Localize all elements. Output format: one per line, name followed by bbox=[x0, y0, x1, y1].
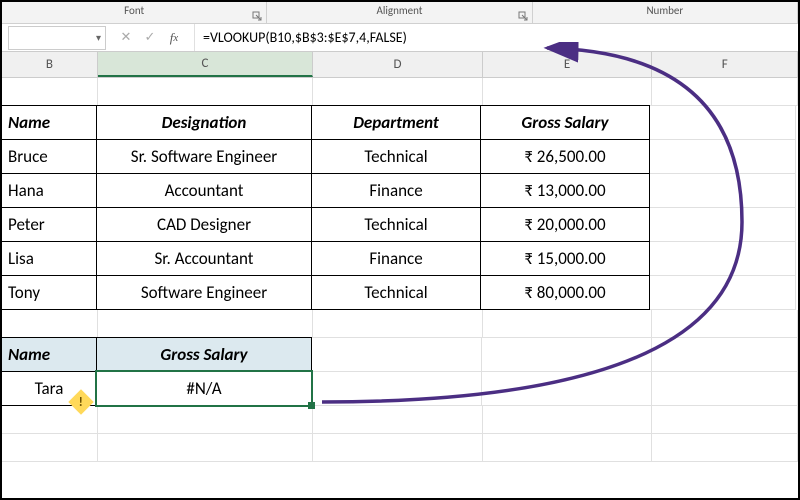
table-row[interactable]: Accountant bbox=[96, 173, 312, 208]
cell[interactable] bbox=[313, 406, 483, 434]
cell[interactable] bbox=[650, 174, 796, 208]
cell[interactable] bbox=[313, 78, 483, 106]
cell[interactable] bbox=[482, 338, 652, 372]
table-row[interactable]: Sr. Software Engineer bbox=[96, 139, 312, 174]
cell[interactable] bbox=[652, 78, 798, 106]
cell[interactable] bbox=[2, 78, 98, 106]
column-header-F[interactable]: F bbox=[652, 52, 798, 77]
column-headers: B C D E F bbox=[2, 52, 798, 78]
table-row[interactable]: Technical bbox=[311, 139, 481, 174]
cell[interactable] bbox=[483, 434, 653, 462]
cell[interactable] bbox=[483, 406, 653, 434]
table-header-designation[interactable]: Designation bbox=[96, 105, 312, 140]
table-row[interactable]: Technical bbox=[311, 275, 481, 310]
cell[interactable] bbox=[2, 434, 98, 462]
fx-icon[interactable]: fx bbox=[164, 28, 184, 48]
ribbon-group-number: Number bbox=[533, 2, 798, 23]
cell[interactable] bbox=[2, 310, 98, 338]
cell[interactable] bbox=[650, 140, 796, 174]
cell[interactable] bbox=[652, 406, 798, 434]
cell[interactable] bbox=[312, 372, 482, 406]
table-row[interactable]: Finance bbox=[311, 173, 481, 208]
formula-input[interactable]: =VLOOKUP(B10,$B$3:$E$7,4,FALSE) bbox=[195, 29, 798, 46]
table-row[interactable]: CAD Designer bbox=[96, 207, 312, 242]
table-row[interactable]: Software Engineer bbox=[96, 275, 312, 310]
cell[interactable] bbox=[652, 372, 798, 406]
chevron-down-icon[interactable]: ▾ bbox=[96, 31, 101, 44]
lookup-result-cell[interactable]: #N/A bbox=[96, 371, 312, 406]
lookup-header-salary[interactable]: Gross Salary bbox=[96, 337, 312, 372]
enter-icon[interactable]: ✓ bbox=[140, 28, 160, 48]
cell[interactable] bbox=[312, 338, 482, 372]
name-box[interactable]: ▾ bbox=[8, 26, 106, 50]
table-row[interactable]: ₹ 80,000.00 bbox=[480, 275, 650, 310]
ribbon-group-font: Font bbox=[2, 2, 267, 23]
table-row[interactable]: Peter bbox=[1, 207, 97, 242]
cell[interactable] bbox=[652, 338, 798, 372]
cell[interactable] bbox=[313, 434, 483, 462]
table-row[interactable]: ₹ 15,000.00 bbox=[480, 241, 650, 276]
ribbon-group-alignment: Alignment bbox=[267, 2, 532, 23]
table-row[interactable]: Technical bbox=[311, 207, 481, 242]
cell[interactable] bbox=[652, 434, 798, 462]
column-header-C[interactable]: C bbox=[98, 52, 313, 77]
cell[interactable] bbox=[98, 310, 313, 338]
cancel-icon[interactable]: ✕ bbox=[116, 28, 136, 48]
spreadsheet-grid[interactable]: B C D E F Name Designation Department Gr… bbox=[2, 52, 798, 462]
dialog-launcher-icon[interactable] bbox=[252, 11, 262, 21]
lookup-header-name[interactable]: Name bbox=[1, 337, 97, 372]
table-row[interactable]: Bruce bbox=[1, 139, 97, 174]
cell[interactable] bbox=[652, 310, 798, 338]
cell[interactable] bbox=[650, 276, 796, 310]
cell[interactable] bbox=[98, 406, 313, 434]
cell[interactable] bbox=[313, 310, 483, 338]
fill-handle[interactable] bbox=[308, 402, 315, 409]
table-row[interactable]: ₹ 20,000.00 bbox=[480, 207, 650, 242]
cell[interactable] bbox=[483, 78, 653, 106]
column-header-D[interactable]: D bbox=[313, 52, 483, 77]
cell[interactable] bbox=[98, 78, 313, 106]
table-row[interactable]: Finance bbox=[311, 241, 481, 276]
table-header-salary[interactable]: Gross Salary bbox=[480, 105, 650, 140]
dialog-launcher-icon[interactable] bbox=[518, 11, 528, 21]
cell[interactable] bbox=[650, 106, 796, 140]
table-row[interactable]: Sr. Accountant bbox=[96, 241, 312, 276]
cell[interactable] bbox=[650, 208, 796, 242]
table-row[interactable]: Tony bbox=[1, 275, 97, 310]
ribbon-group-labels: Font Alignment Number bbox=[2, 2, 798, 24]
table-row[interactable]: ₹ 26,500.00 bbox=[480, 139, 650, 174]
column-header-B[interactable]: B bbox=[2, 52, 98, 77]
column-header-E[interactable]: E bbox=[483, 52, 653, 77]
cell[interactable] bbox=[650, 242, 796, 276]
formula-bar: ▾ ✕ ✓ fx =VLOOKUP(B10,$B$3:$E$7,4,FALSE) bbox=[2, 24, 798, 52]
table-row[interactable]: ₹ 13,000.00 bbox=[480, 173, 650, 208]
cell[interactable] bbox=[483, 310, 653, 338]
table-row[interactable]: Hana bbox=[1, 173, 97, 208]
cell[interactable] bbox=[482, 372, 652, 406]
cell[interactable] bbox=[98, 434, 313, 462]
table-header-department[interactable]: Department bbox=[311, 105, 481, 140]
table-row[interactable]: Lisa bbox=[1, 241, 97, 276]
table-header-name[interactable]: Name bbox=[1, 105, 97, 140]
error-value: #N/A bbox=[186, 378, 221, 399]
